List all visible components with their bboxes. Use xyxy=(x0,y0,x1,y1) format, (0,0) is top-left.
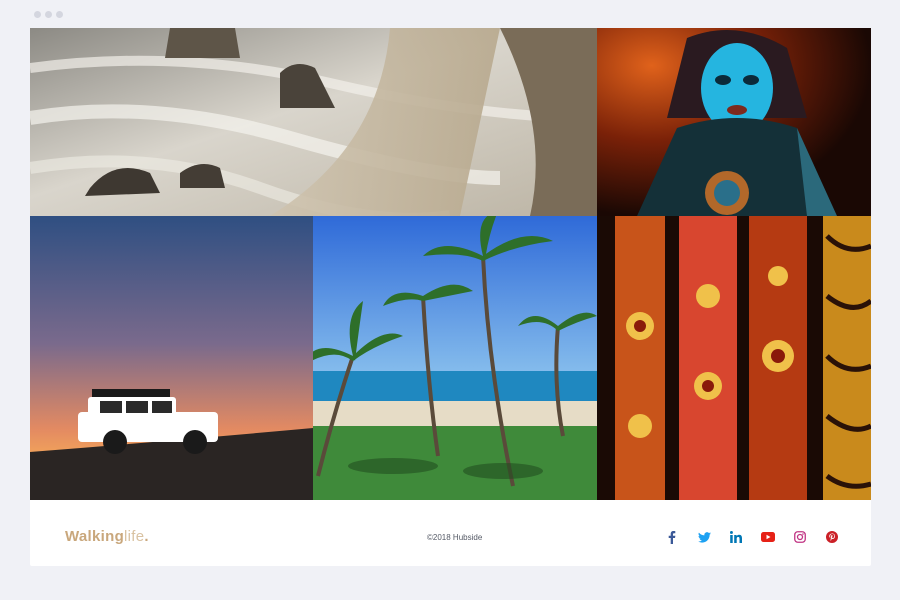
gallery-tile-coast[interactable] xyxy=(30,28,597,216)
logo-dot: . xyxy=(144,528,149,545)
pinterest-icon[interactable] xyxy=(824,530,840,544)
twitter-icon[interactable] xyxy=(696,530,712,544)
coast-photo xyxy=(30,28,597,216)
social-links xyxy=(664,530,840,544)
gallery-tile-palms[interactable] xyxy=(313,216,597,500)
mask-photo xyxy=(597,28,871,216)
sunset-photo xyxy=(30,216,313,500)
window-dot xyxy=(45,11,52,18)
page-frame: Walkinglife. ©2018 Hubside xyxy=(30,28,871,566)
instagram-icon[interactable] xyxy=(792,530,808,544)
site-logo[interactable]: Walkinglife. xyxy=(65,528,149,545)
site-footer: Walkinglife. ©2018 Hubside xyxy=(30,500,871,566)
window-dot xyxy=(56,11,63,18)
gallery-tile-sunset[interactable] xyxy=(30,216,313,500)
palms-photo xyxy=(313,216,597,500)
art-photo xyxy=(597,216,871,500)
logo-light: life xyxy=(124,528,145,545)
window-controls xyxy=(34,11,63,18)
window-dot xyxy=(34,11,41,18)
youtube-icon[interactable] xyxy=(760,530,776,544)
linkedin-icon[interactable] xyxy=(728,530,744,544)
copyright-text: ©2018 Hubside xyxy=(427,533,483,542)
facebook-icon[interactable] xyxy=(664,530,680,544)
gallery-tile-art[interactable] xyxy=(597,216,871,500)
gallery-tile-mask[interactable] xyxy=(597,28,871,216)
logo-bold: Walking xyxy=(65,528,125,545)
